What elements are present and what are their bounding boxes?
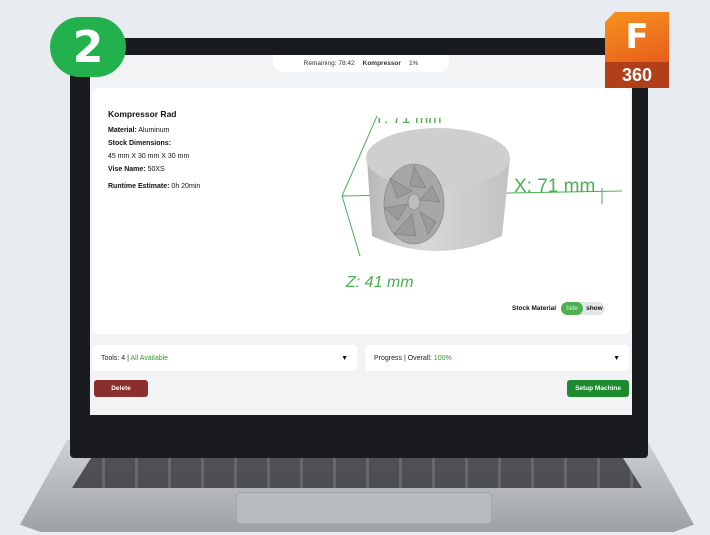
vise-row: Vise Name: 50XS bbox=[108, 165, 165, 173]
remaining-text: Remaining: 78:42 bbox=[303, 60, 355, 67]
logo-letter: F bbox=[605, 12, 669, 62]
app-screen: Remaining: 78:42 Kompressor 1% Kompresso… bbox=[90, 55, 632, 415]
z-dim-line bbox=[341, 195, 361, 257]
delete-button[interactable]: Delete bbox=[94, 380, 148, 397]
z-dimension-label: Z: 41 mm bbox=[346, 274, 414, 291]
material-row: Material: Aluminum bbox=[108, 126, 170, 134]
part-name: Kompressor Rad bbox=[108, 109, 177, 119]
fusion-360-logo: F 360 bbox=[605, 12, 669, 88]
part-card: Kompressor Rad Material: Aluminum Stock … bbox=[92, 88, 630, 334]
trackpad bbox=[236, 492, 492, 524]
logo-number: 360 bbox=[605, 62, 669, 88]
stock-material-label: Stock Material bbox=[512, 305, 557, 312]
toggle-hide[interactable]: hide bbox=[561, 302, 584, 315]
chevron-down-icon[interactable]: ▼ bbox=[341, 355, 348, 362]
step-badge: 2 bbox=[50, 17, 126, 77]
toggle-show[interactable]: show bbox=[586, 305, 603, 312]
runtime-row: Runtime Estimate: 0h 20min bbox=[108, 182, 201, 190]
stock-row: Stock Dimensions: 45 mm X 30 mm X 30 mm bbox=[108, 139, 190, 160]
current-part: Kompressor bbox=[362, 60, 401, 67]
x-dimension-label: X: 71 mm bbox=[514, 176, 596, 197]
progress-summary: Progress | Overall: 100% bbox=[374, 354, 452, 362]
stock-top bbox=[366, 128, 510, 188]
part-info: Kompressor Rad Material: Aluminum Stock … bbox=[108, 110, 200, 196]
status-pill: Remaining: 78:42 Kompressor 1% bbox=[273, 55, 449, 72]
status-percent: 1% bbox=[408, 60, 419, 67]
progress-dropdown[interactable]: Progress | Overall: 100% ▼ bbox=[365, 345, 629, 371]
setup-machine-button[interactable]: Setup Machine bbox=[567, 380, 629, 397]
tools-summary: Tools: 4 | All Available bbox=[101, 354, 169, 362]
stock-material-control: Stock Material hide show bbox=[512, 302, 606, 315]
impeller bbox=[383, 163, 445, 245]
tools-dropdown[interactable]: Tools: 4 | All Available ▼ bbox=[92, 345, 357, 371]
stock-material-toggle[interactable]: hide show bbox=[561, 302, 606, 315]
chevron-down-icon[interactable]: ▼ bbox=[613, 355, 620, 362]
y-dimension-label: Y: 71 mm bbox=[374, 110, 442, 127]
